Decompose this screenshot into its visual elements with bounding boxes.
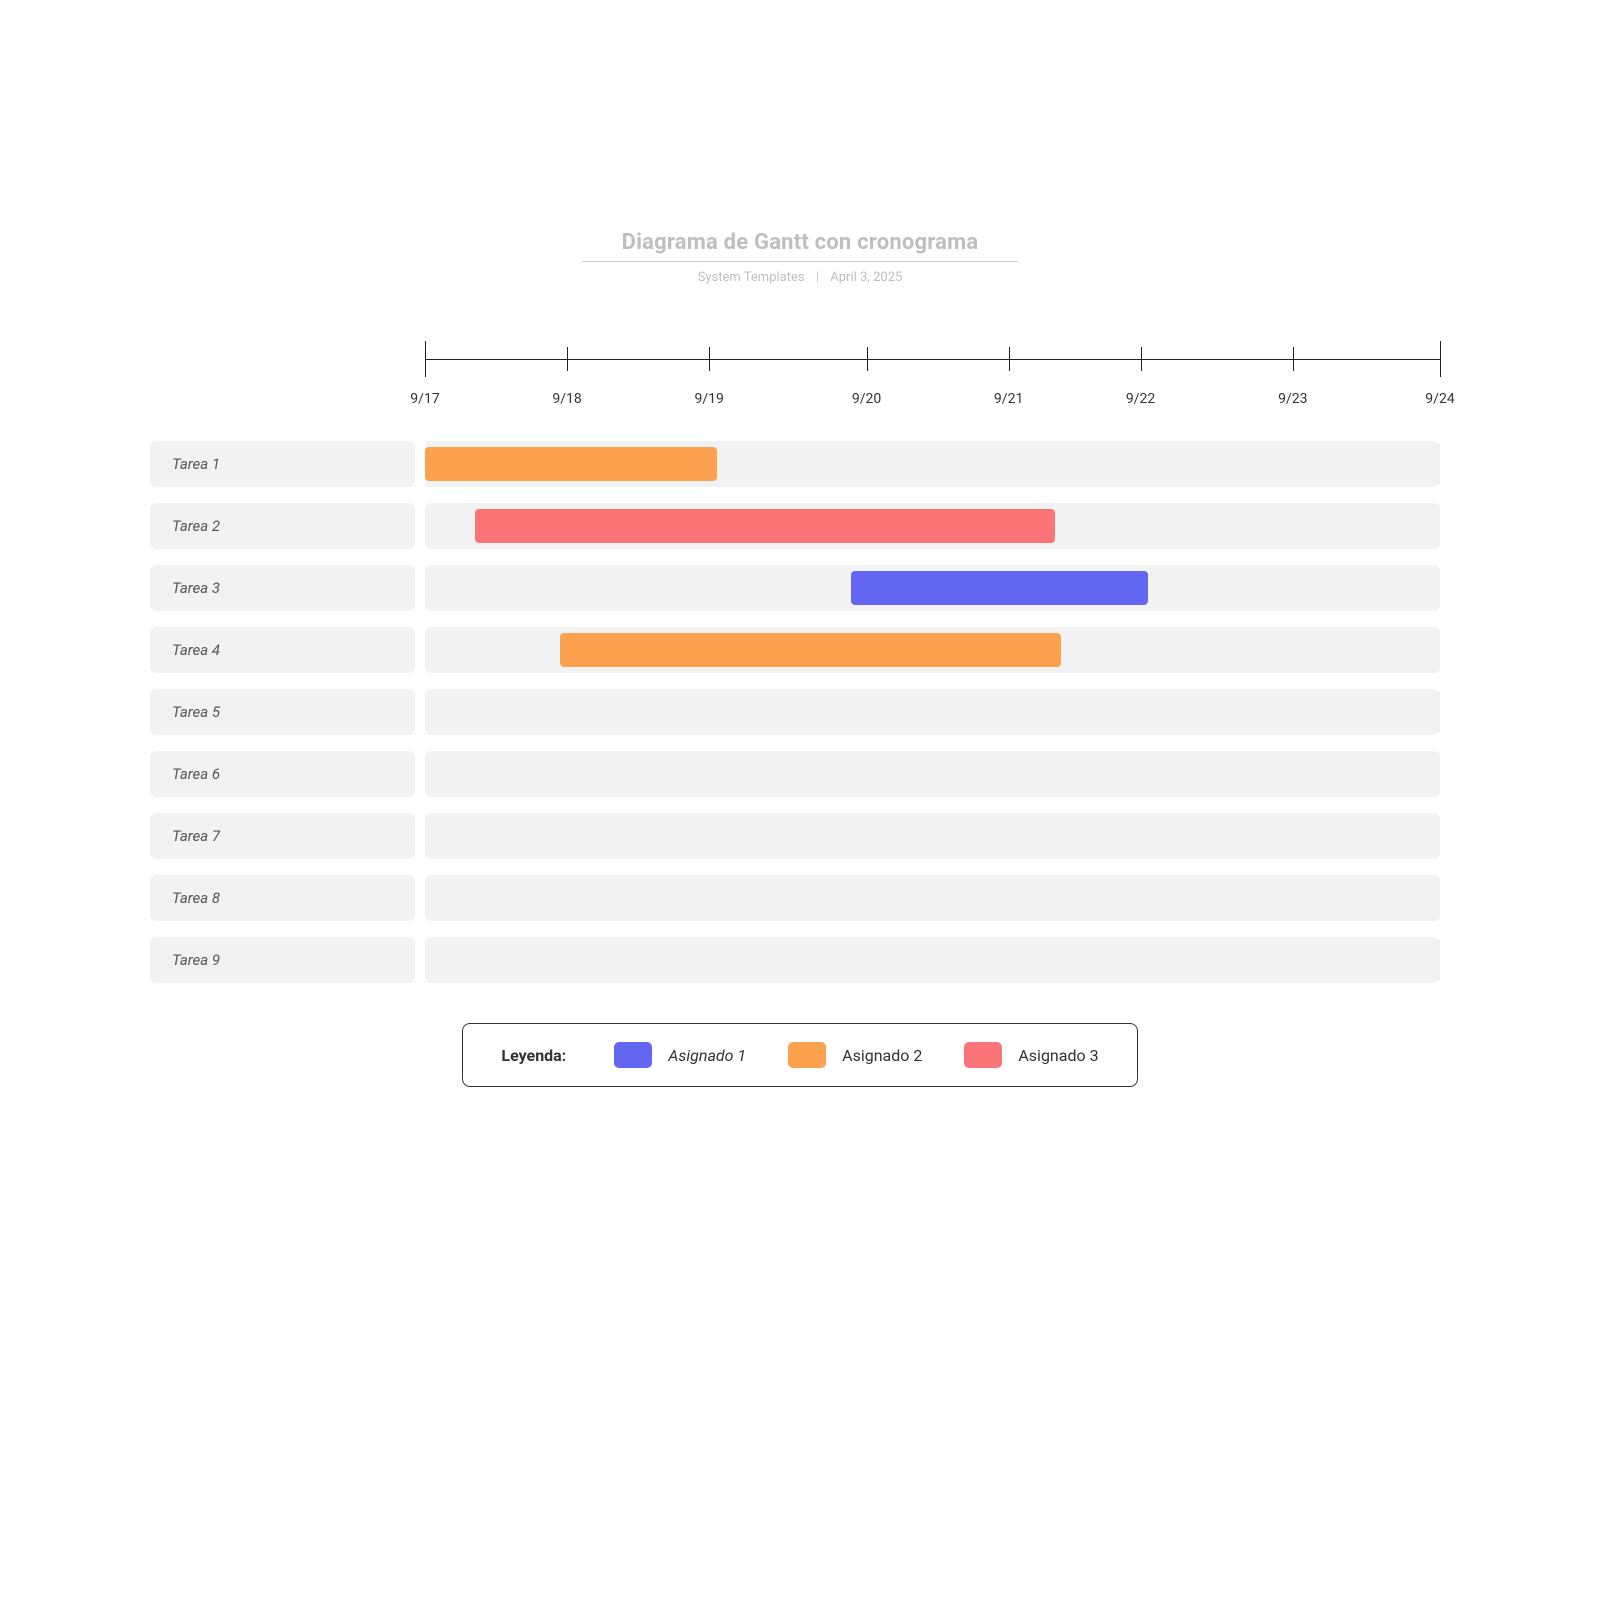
legend-swatch [964,1042,1002,1068]
task-row: Tarea 3 [150,565,1450,611]
task-label: Tarea 3 [150,565,415,611]
axis-tick-label: 9/24 [1425,391,1454,407]
task-label: Tarea 5 [150,689,415,735]
gantt-bar[interactable] [475,509,1055,543]
axis-tick-label: 9/17 [410,391,439,407]
gantt-bar[interactable] [560,633,1061,667]
task-row: Tarea 1 [150,441,1450,487]
axis-tick-label: 9/22 [1126,391,1155,407]
gantt-bar[interactable] [425,447,717,481]
task-row: Tarea 5 [150,689,1450,735]
page-title: Diagrama de Gantt con cronograma [622,230,979,255]
gantt-template-page: Diagrama de Gantt con cronograma System … [0,0,1600,1600]
axis-tick [1440,341,1441,377]
axis-tick-label: 9/23 [1278,391,1307,407]
legend-item: Asignado 3 [964,1042,1098,1068]
task-track [425,937,1440,983]
axis-line [425,359,1440,360]
axis-tick-label: 9/20 [852,391,881,407]
task-track [425,689,1440,735]
task-track [425,751,1440,797]
task-row: Tarea 7 [150,813,1450,859]
legend-wrap: Leyenda: Asignado 1 Asignado 2 Asignado 3 [0,1023,1600,1087]
header-subline: System Templates | April 3, 2025 [0,270,1600,285]
task-rows: Tarea 1 Tarea 2 Tarea 3 Tarea 4 Tarea 5 Tarea… [150,441,1450,983]
task-label: Tarea 9 [150,937,415,983]
task-label: Tarea 6 [150,751,415,797]
task-row: Tarea 2 [150,503,1450,549]
task-row: Tarea 4 [150,627,1450,673]
axis-tick-label: 9/19 [694,391,723,407]
axis-tick [1141,347,1142,371]
axis-tick [1009,347,1010,371]
axis-tick-label: 9/18 [552,391,581,407]
task-track [425,627,1440,673]
legend-label: Asignado 1 [668,1046,746,1065]
axis-tick [867,347,868,371]
task-row: Tarea 6 [150,751,1450,797]
task-track [425,565,1440,611]
task-row: Tarea 8 [150,875,1450,921]
legend-swatch [788,1042,826,1068]
legend-label: Asignado 3 [1018,1046,1098,1065]
date-label: April 3, 2025 [830,270,902,285]
task-row: Tarea 9 [150,937,1450,983]
task-track [425,875,1440,921]
task-label: Tarea 1 [150,441,415,487]
task-label: Tarea 7 [150,813,415,859]
legend-title: Leyenda: [501,1046,566,1065]
timeline-axis: 9/179/189/199/209/219/229/239/24 [425,335,1440,395]
axis-tick [1293,347,1294,371]
legend-swatch [614,1042,652,1068]
gantt-chart: 9/179/189/199/209/219/229/239/24 Tarea 1… [150,335,1450,983]
legend-item: Asignado 2 [788,1042,922,1068]
separator-icon: | [816,270,819,285]
title-underline: Diagrama de Gantt con cronograma [582,230,1019,262]
task-label: Tarea 2 [150,503,415,549]
task-track [425,441,1440,487]
legend-label: Asignado 2 [842,1046,922,1065]
task-track [425,813,1440,859]
task-label: Tarea 4 [150,627,415,673]
axis-tick-label: 9/21 [994,391,1023,407]
axis-tick [425,341,426,377]
axis-tick [567,347,568,371]
gantt-bar[interactable] [851,571,1148,605]
axis-tick [709,347,710,371]
task-label: Tarea 8 [150,875,415,921]
task-track [425,503,1440,549]
author-label: System Templates [698,270,805,285]
legend-item: Asignado 1 [614,1042,746,1068]
header: Diagrama de Gantt con cronograma System … [0,230,1600,285]
legend: Leyenda: Asignado 1 Asignado 2 Asignado 3 [462,1023,1137,1087]
